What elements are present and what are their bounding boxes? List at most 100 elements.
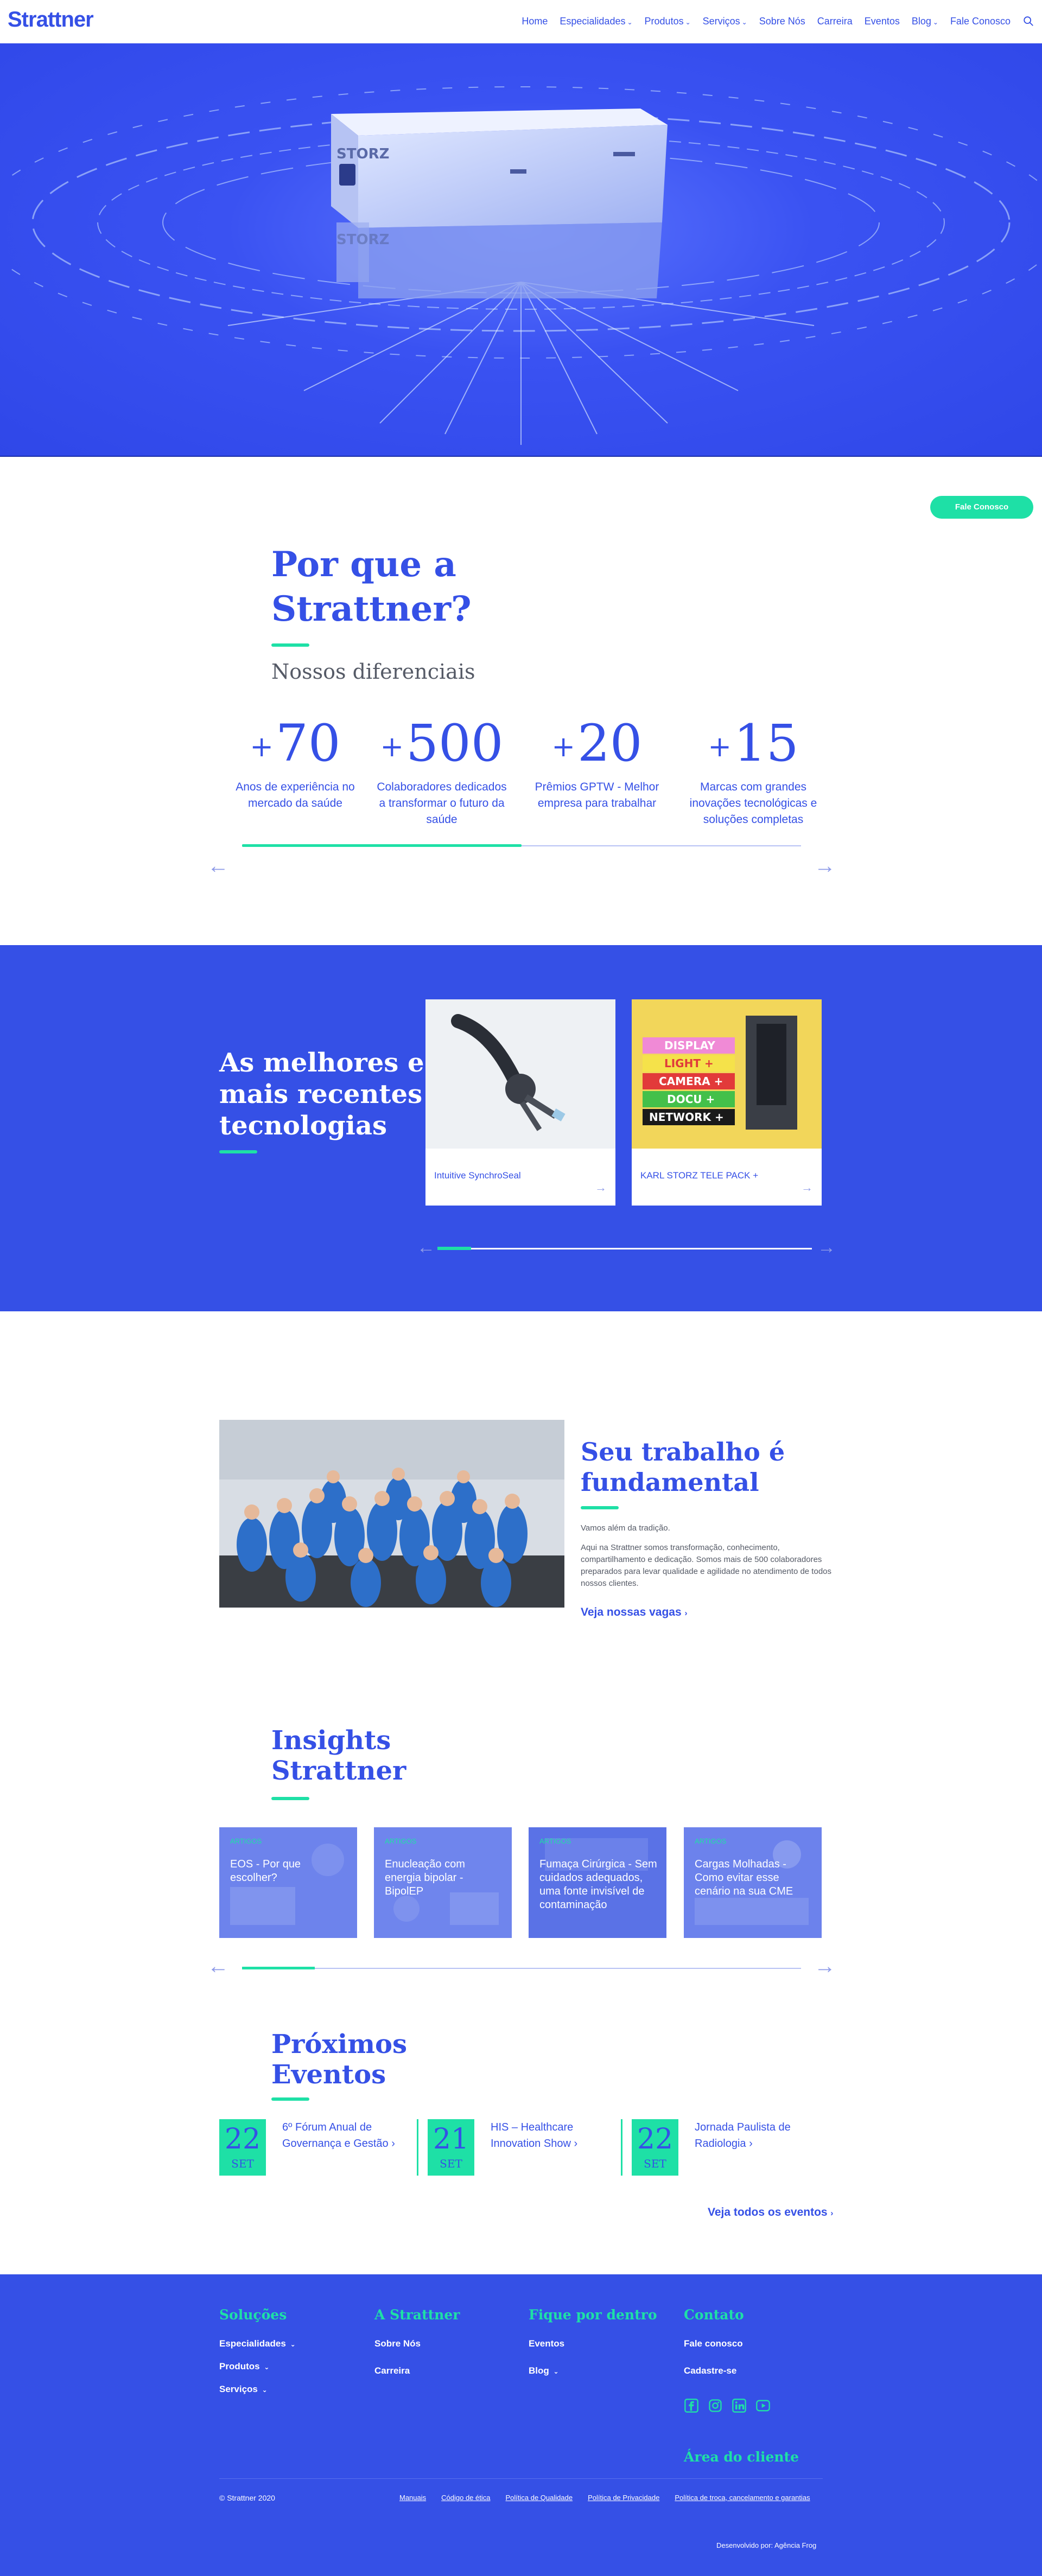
nav-carreira[interactable]: Carreira (817, 16, 853, 27)
nav-sobre-nos[interactable]: Sobre Nós (759, 16, 805, 27)
chevron-right-icon: › (574, 2138, 578, 2150)
instagram-icon[interactable] (708, 2398, 723, 2413)
footer-link-carreira[interactable]: Carreira (374, 2365, 410, 2376)
accent-bar (271, 2097, 309, 2101)
search-icon[interactable] (1022, 15, 1034, 27)
footer-link-eventos[interactable]: Eventos (529, 2338, 564, 2349)
legal-link[interactable]: Política de troca, cancelamento e garant… (675, 2494, 810, 2502)
event-month: SET (644, 2157, 666, 2170)
footer-link-especialidades[interactable]: Especialidades ⌄ (219, 2338, 296, 2349)
accent-bar (271, 1797, 309, 1800)
logo[interactable]: Strattner (8, 8, 94, 32)
site-footer (0, 2274, 1042, 2576)
facebook-icon[interactable] (684, 2398, 699, 2413)
divider (621, 2119, 622, 2176)
stat-label: Anos de experiência no mercado da saúde (236, 781, 355, 809)
event-day: 22 (637, 2123, 674, 2156)
product-card[interactable]: Intuitive SynchroSeal → (425, 999, 615, 1206)
insight-title: EOS - Por que escolher? (230, 1858, 301, 1884)
nav-servicos[interactable]: Serviços ⌄ (703, 16, 747, 27)
nav-blog[interactable]: Blog ⌄ (912, 16, 938, 27)
arrow-right-icon[interactable]: → (814, 854, 836, 878)
carousel-track[interactable] (242, 1968, 801, 1969)
insight-title: Fumaça Cirúrgica - Sem cuidados adequado… (539, 1858, 657, 1911)
arrow-left-icon[interactable]: ← (207, 1954, 229, 1979)
insight-card[interactable]: ARTIGOS Cargas Molhadas - Como evitar es… (684, 1827, 822, 1938)
nav-especialidades[interactable]: Especialidades ⌄ (560, 16, 632, 27)
footer-link-blog[interactable]: Blog ⌄ (529, 2365, 559, 2376)
product-card-label: KARL STORZ TELE PACK + (640, 1170, 759, 1181)
stat-number: +70 (250, 714, 341, 773)
footer-heading: Contato (684, 2307, 744, 2323)
device-image: STORZ STORZ (331, 109, 668, 298)
legal-link[interactable]: Política de Privacidade (588, 2494, 659, 2502)
stat-item: +15 Marcas com grandes inovações tecnoló… (688, 714, 818, 828)
carousel-progress (242, 1967, 315, 1969)
chevron-right-icon: › (391, 2138, 395, 2150)
footer-link-cadastre-se[interactable]: Cadastre-se (684, 2365, 736, 2376)
chevron-down-icon: ⌄ (553, 2368, 559, 2375)
svg-text:LIGHT +: LIGHT + (664, 1057, 714, 1070)
divider (417, 2119, 418, 2176)
insight-tag: ARTIGOS (539, 1837, 571, 1845)
nav-produtos[interactable]: Produtos ⌄ (645, 16, 691, 27)
legal-link[interactable]: Código de ética (441, 2494, 490, 2502)
svg-text:DISPLAY: DISPLAY (664, 1039, 715, 1052)
arrow-left-icon[interactable]: ← (417, 1237, 435, 1258)
insight-card[interactable]: ARTIGOS EOS - Por que escolher? (219, 1827, 357, 1938)
client-area-link[interactable]: Área do cliente (684, 2449, 799, 2465)
social-links (684, 2398, 771, 2413)
event-link[interactable]: Jornada Paulista de Radiologia › (695, 2119, 814, 2152)
events-title: Próximos Eventos (271, 2029, 408, 2090)
stat-label: Colaboradores dedicados a transformar o … (377, 781, 507, 826)
event-link[interactable]: 6º Fórum Anual de Governança e Gestão › (282, 2119, 402, 2152)
insight-card[interactable]: ARTIGOS Fumaça Cirúrgica - Sem cuidados … (529, 1827, 666, 1938)
stat-item: +70 Anos de experiência no mercado da sa… (230, 714, 360, 812)
footer-link-sobre-nos[interactable]: Sobre Nós (374, 2338, 421, 2349)
stat-number: +15 (708, 714, 799, 773)
svg-text:DOCU +: DOCU + (667, 1093, 715, 1106)
product-card-label: Intuitive SynchroSeal (434, 1170, 521, 1181)
insight-tag: ARTIGOS (385, 1837, 417, 1845)
chevron-down-icon: ⌄ (932, 18, 938, 26)
arrow-left-icon[interactable]: ← (207, 854, 229, 878)
chevron-down-icon: ⌄ (290, 2341, 296, 2348)
footer-heading: A Strattner (374, 2307, 460, 2323)
youtube-icon[interactable] (755, 2398, 771, 2413)
svg-text:STORZ: STORZ (336, 146, 389, 162)
nav-fale-conosco[interactable]: Fale Conosco (950, 16, 1011, 27)
footer-link-fale-conosco[interactable]: Fale conosco (684, 2338, 743, 2349)
footer-link-produtos[interactable]: Produtos ⌄ (219, 2361, 269, 2372)
nav-eventos[interactable]: Eventos (865, 16, 900, 27)
footer-link-servicos[interactable]: Serviços ⌄ (219, 2384, 268, 2395)
chevron-right-icon: › (684, 1609, 688, 1618)
linkedin-icon[interactable] (732, 2398, 747, 2413)
carousel-track[interactable] (437, 1248, 812, 1249)
product-card[interactable]: DISPLAY LIGHT + CAMERA + DOCU + NETWORK … (632, 999, 822, 1206)
work-intro: Vamos além da tradição. (581, 1523, 670, 1533)
event-date-badge: 21 SET (428, 2119, 474, 2176)
work-body: Aqui na Strattner somos transformação, c… (581, 1543, 832, 1588)
insight-card[interactable]: ARTIGOS Enucleação com energia bipolar -… (374, 1827, 512, 1938)
hero-banner: STORZ STORZ (0, 43, 1042, 457)
team-photo (219, 1420, 564, 1608)
chevron-right-icon: › (749, 2138, 753, 2150)
arrow-right-icon[interactable]: → (814, 1954, 836, 1979)
nav-home[interactable]: Home (522, 16, 548, 27)
event-date-badge: 22 SET (219, 2119, 266, 2176)
jobs-link[interactable]: Veja nossas vagas › (581, 1606, 687, 1619)
arrow-right-icon[interactable]: → (817, 1237, 836, 1258)
legal-link[interactable]: Manuais (399, 2494, 426, 2502)
event-link[interactable]: HIS – Healthcare Innovation Show › (491, 2119, 610, 2152)
accent-bar (271, 643, 309, 647)
copyright: © Strattner 2020 (219, 2494, 275, 2502)
legal-link[interactable]: Política de Qualidade (505, 2494, 573, 2502)
svg-text:NETWORK +: NETWORK + (649, 1111, 724, 1124)
developer-credit[interactable]: Desenvolvido por: Agência Frog (716, 2541, 816, 2549)
main-nav: Home Especialidades ⌄ Produtos ⌄ Serviços ⌄… (522, 15, 1034, 27)
svg-text:CAMERA +: CAMERA + (659, 1075, 723, 1088)
footer-heading: Fique por dentro (529, 2307, 657, 2323)
contact-cta-button[interactable]: Fale Conosco (930, 496, 1033, 519)
all-events-link[interactable]: Veja todos os eventos › (708, 2206, 833, 2219)
chevron-down-icon: ⌄ (741, 18, 747, 26)
